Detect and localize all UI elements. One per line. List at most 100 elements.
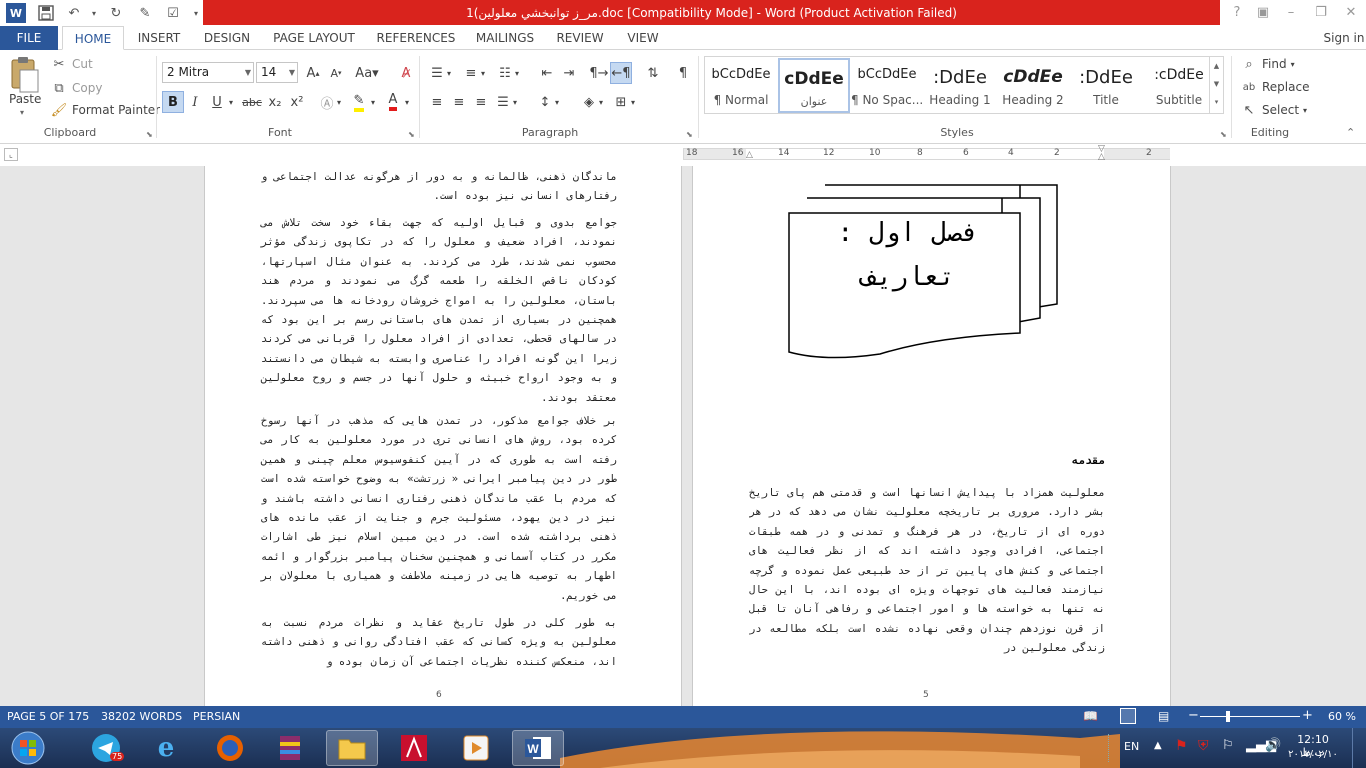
underline-dropdown-icon[interactable]: ▾ — [226, 91, 236, 113]
italic-button[interactable]: I — [184, 91, 206, 113]
page-right[interactable]: فصل اول : تعاريف مقدمه معلولیت همزاد با … — [692, 166, 1171, 706]
page-left[interactable]: ماندگان ذهنی، ظالمانه و به دور از هرگونه… — [204, 166, 682, 706]
tray-security-icon[interactable]: ⛨ — [1198, 738, 1209, 754]
sort-icon[interactable]: ⇅ — [642, 62, 664, 84]
winrar-taskbar-button[interactable] — [264, 730, 316, 766]
tab-insert[interactable]: INSERT — [132, 26, 186, 50]
tab-home[interactable]: HOME — [62, 26, 124, 50]
horizontal-ruler[interactable]: 18 16 14 12 10 8 6 4 2 2 △ ▽ △ — [683, 145, 1170, 162]
copy-button[interactable]: ⧉ Copy — [50, 79, 102, 97]
tab-view[interactable]: VIEW — [620, 26, 666, 50]
highlight-dropdown-icon[interactable]: ▾ — [368, 91, 378, 113]
find-button[interactable]: ⌕ Find ▾ — [1240, 55, 1294, 73]
edit-document-icon[interactable]: ✎ — [135, 3, 155, 23]
zoom-out-icon[interactable]: − — [1188, 708, 1199, 723]
start-button[interactable] — [2, 730, 54, 766]
show-marks-icon[interactable]: ¶ — [672, 62, 694, 84]
tab-references[interactable]: REFERENCES — [372, 26, 460, 50]
tab-design[interactable]: DESIGN — [198, 26, 256, 50]
ie-taskbar-button[interactable]: e — [140, 730, 192, 766]
firefox-taskbar-button[interactable] — [204, 730, 256, 766]
rtl-direction-icon[interactable]: ←¶ — [610, 62, 632, 84]
word-app-icon[interactable]: W — [6, 3, 26, 23]
word-taskbar-button[interactable]: W — [512, 730, 564, 766]
style-title[interactable]: :DdEe Title — [1070, 58, 1142, 113]
style-heading-2[interactable]: cDdEe Heading 2 — [997, 58, 1069, 113]
style-no-spacing[interactable]: bCcDdEe ¶ No Spac... — [851, 58, 923, 113]
tab-mailings[interactable]: MAILINGS — [470, 26, 540, 50]
zoom-slider-thumb[interactable] — [1225, 711, 1230, 722]
print-layout-icon[interactable] — [1120, 708, 1136, 724]
keyboard-language[interactable]: EN — [1124, 740, 1139, 753]
paste-button[interactable]: Paste — [9, 92, 41, 106]
text-effects-dropdown-icon[interactable]: ▾ — [334, 91, 344, 113]
media-player-taskbar-button[interactable] — [450, 730, 502, 766]
telegram-taskbar-button[interactable]: 75 — [80, 730, 132, 766]
tab-file[interactable]: FILE — [0, 26, 58, 50]
highlight-icon[interactable]: ✎ — [348, 91, 370, 113]
close-icon[interactable]: ✕ — [1340, 2, 1362, 22]
collapse-ribbon-icon[interactable]: ⌃ — [1346, 126, 1355, 139]
shrink-font-icon[interactable]: A ▾ — [325, 62, 347, 84]
clock-date[interactable]: ۲۰۱۷/۰۲/۱۰ — [1288, 749, 1338, 760]
paragraph-launcher-icon[interactable]: ⬊ — [686, 130, 693, 139]
volume-icon[interactable]: 🔊 — [1265, 738, 1281, 753]
explorer-taskbar-button[interactable] — [326, 730, 378, 766]
align-center-icon[interactable]: ≡ — [448, 91, 470, 113]
subscript-button[interactable]: x₂ — [264, 91, 286, 113]
ribbon-display-icon[interactable]: ▣ — [1252, 2, 1274, 22]
bullets-dropdown-icon[interactable]: ▾ — [444, 62, 454, 84]
paste-icon[interactable] — [8, 56, 42, 96]
select-button[interactable]: ↖ Select ▾ — [1240, 101, 1308, 119]
tab-review[interactable]: REVIEW — [552, 26, 608, 50]
bold-button[interactable]: B — [162, 91, 184, 113]
style-normal[interactable]: bCcDdEe ¶ Normal — [705, 58, 777, 113]
autocad-taskbar-button[interactable] — [388, 730, 440, 766]
save-icon[interactable] — [36, 3, 56, 23]
styles-launcher-icon[interactable]: ⬊ — [1220, 130, 1227, 139]
show-desktop-button[interactable] — [1352, 728, 1366, 768]
clipboard-launcher-icon[interactable]: ⬊ — [146, 130, 153, 139]
format-painter-button[interactable]: 🖌 Format Painter — [50, 101, 160, 119]
align-right-icon[interactable]: ≡ — [470, 91, 492, 113]
decrease-indent-icon[interactable]: ⇤ — [536, 62, 558, 84]
track-changes-icon[interactable]: ☑ — [163, 3, 183, 23]
superscript-button[interactable]: x² — [286, 91, 308, 113]
zoom-level[interactable]: 60 % — [1328, 710, 1356, 723]
align-left-icon[interactable]: ≡ — [426, 91, 448, 113]
language-indicator[interactable]: PERSIAN — [193, 710, 240, 723]
font-launcher-icon[interactable]: ⬊ — [408, 130, 415, 139]
zoom-slider[interactable] — [1200, 716, 1300, 717]
cut-button[interactable]: ✂ Cut — [50, 55, 93, 73]
style-subtitle[interactable]: :cDdEe Subtitle — [1143, 58, 1215, 113]
style-heading-1[interactable]: :DdEe Heading 1 — [924, 58, 996, 113]
line-spacing-dropdown-icon[interactable]: ▾ — [552, 91, 562, 113]
undo-dropdown-icon[interactable]: ▾ — [84, 3, 104, 23]
paste-dropdown-icon[interactable]: ▾ — [20, 108, 24, 117]
minimize-icon[interactable]: – — [1280, 2, 1302, 22]
justify-dropdown-icon[interactable]: ▾ — [510, 91, 520, 113]
shading-dropdown-icon[interactable]: ▾ — [596, 91, 606, 113]
clear-formatting-icon[interactable]: A̷ — [395, 62, 417, 84]
help-icon[interactable]: ? — [1226, 2, 1248, 22]
show-hidden-icons[interactable]: ▲ — [1154, 740, 1162, 751]
left-indent-marker[interactable]: △ — [746, 151, 753, 160]
word-count[interactable]: 38202 WORDS — [101, 710, 182, 723]
read-mode-icon[interactable]: 📖 — [1083, 709, 1098, 723]
multilevel-dropdown-icon[interactable]: ▾ — [512, 62, 522, 84]
redo-icon[interactable]: ↻ — [106, 3, 126, 23]
restore-icon[interactable]: ❐ — [1310, 2, 1332, 22]
ltr-direction-icon[interactable]: ¶→ — [588, 62, 610, 84]
strikethrough-button[interactable]: abc — [240, 91, 264, 113]
tab-page-layout[interactable]: PAGE LAYOUT — [268, 26, 360, 50]
grow-font-icon[interactable]: A ▴ — [302, 62, 324, 84]
zoom-in-icon[interactable]: + — [1302, 708, 1313, 723]
tab-selector[interactable]: ⌞ — [4, 148, 18, 161]
undo-icon[interactable]: ↶ — [64, 3, 84, 23]
page-count[interactable]: PAGE 5 OF 175 — [7, 710, 89, 723]
tray-alert-icon[interactable]: ⚑ — [1175, 738, 1188, 754]
action-center-icon[interactable]: ⚐ — [1222, 738, 1234, 753]
increase-indent-icon[interactable]: ⇥ — [558, 62, 580, 84]
numbering-dropdown-icon[interactable]: ▾ — [478, 62, 488, 84]
borders-dropdown-icon[interactable]: ▾ — [628, 91, 638, 113]
